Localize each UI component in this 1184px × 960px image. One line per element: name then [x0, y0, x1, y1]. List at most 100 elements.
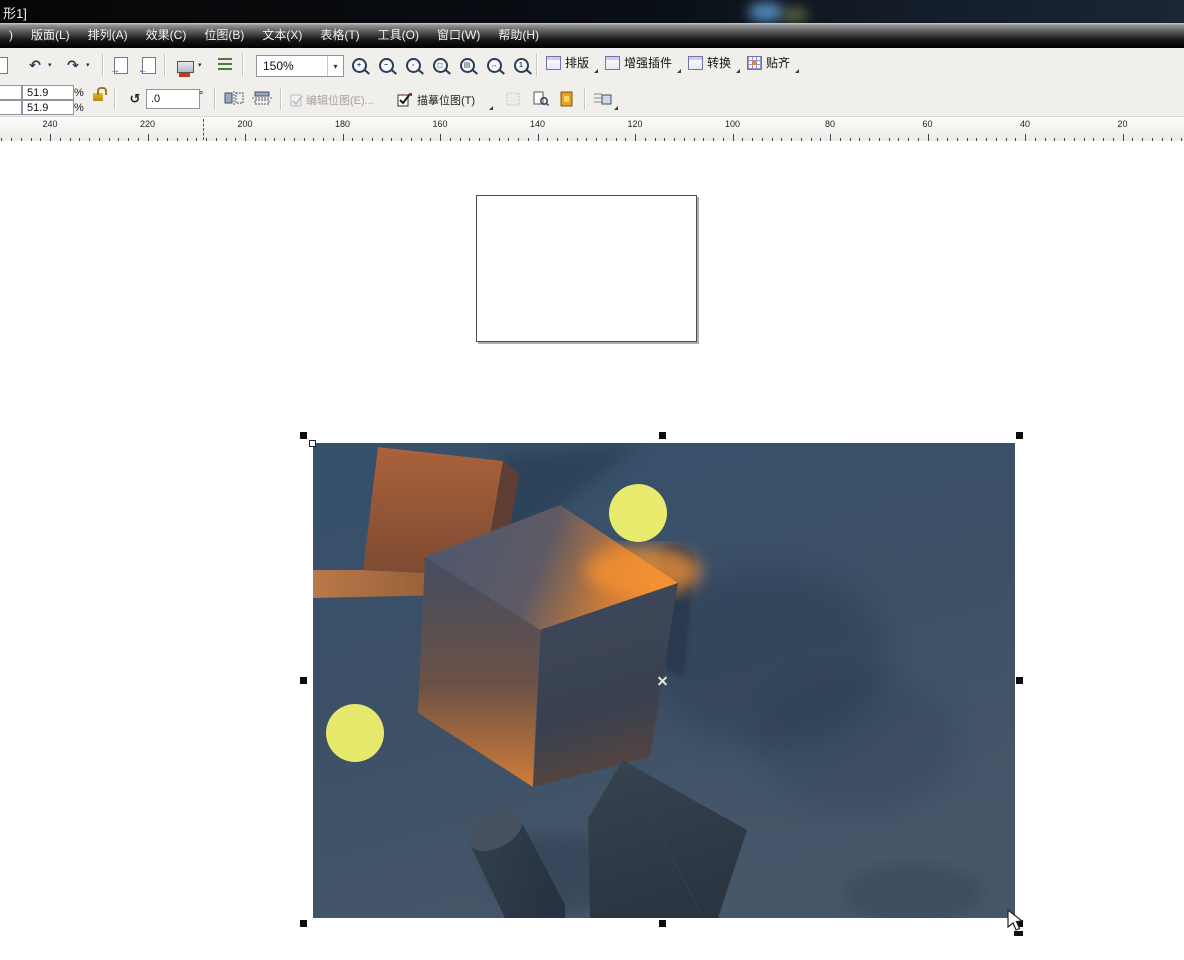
wrap-text-icon[interactable]: [594, 90, 612, 108]
redo-button[interactable]: [64, 56, 82, 74]
export-icon: ←: [142, 57, 156, 74]
menu-items: )版面(L)排列(A)效果(C)位图(B)文本(X)表格(T)工具(O)窗口(W…: [0, 23, 548, 48]
zoom-page-icon[interactable]: ▤: [458, 56, 476, 74]
separator: [114, 88, 115, 110]
drawing-canvas[interactable]: [0, 141, 1184, 960]
object-corner-node[interactable]: [309, 440, 316, 447]
toolbar-group-buttons: 排版 增强插件转换 贴齐: [544, 53, 792, 73]
property-bar: 51.9 51.9 % % .0 ° 编辑位图(E)... 描摹位图(T): [0, 82, 1184, 116]
zoom-dropdown-icon[interactable]: [327, 56, 343, 76]
bitmap-frame-icon[interactable]: [558, 90, 576, 108]
separator: [536, 54, 537, 76]
layout-window-icon: [605, 56, 620, 70]
zoom-all-icon[interactable]: ◻: [431, 56, 449, 74]
ruler-tick: [733, 134, 734, 141]
selection-handle-top-middle[interactable]: [659, 432, 666, 439]
menu-item-4[interactable]: 位图(B): [195, 23, 253, 48]
zoom-out-icon[interactable]: −: [377, 56, 395, 74]
title-bar: 形1]: [0, 0, 1184, 23]
trace-bitmap-icon: [396, 90, 414, 108]
menu-item-1[interactable]: 版面(L): [22, 23, 79, 48]
ruler-label: 200: [237, 119, 252, 129]
menu-item-6[interactable]: 表格(T): [311, 23, 368, 48]
toolbar-button-3[interactable]: 贴齐: [745, 53, 792, 73]
ruler-label: 240: [42, 119, 57, 129]
ruler-label: 120: [627, 119, 642, 129]
scale-y-field[interactable]: 51.9: [22, 100, 74, 115]
import-button[interactable]: →: [112, 56, 130, 74]
layout-window-icon: [688, 56, 703, 70]
ruler-label: 180: [335, 119, 350, 129]
launcher-dropdown-icon[interactable]: [198, 61, 206, 69]
options-sliders-icon: [218, 58, 232, 72]
object-position-x-field[interactable]: [0, 85, 22, 100]
undo-button[interactable]: [26, 56, 44, 74]
zoom-out-icon-glyph: −: [379, 58, 394, 73]
redo-dropdown-icon[interactable]: [86, 61, 94, 69]
ruler-tick: [440, 134, 441, 141]
ruler-label: 60: [922, 119, 932, 129]
menu-item-9[interactable]: 帮助(H): [489, 23, 548, 48]
selection-handle-top-right[interactable]: [1016, 432, 1023, 439]
selection-handle-middle-right[interactable]: [1016, 677, 1023, 684]
import-icon: →: [114, 57, 128, 74]
zoom-width-icon[interactable]: ↔: [485, 56, 503, 74]
toolbar-button-2[interactable]: 转换: [686, 53, 733, 73]
zoom-selected-icon[interactable]: ▫: [404, 56, 422, 74]
separator: [242, 54, 243, 76]
toolbar-button-label: 贴齐: [766, 55, 790, 71]
ruler-tick: [148, 134, 149, 141]
ruler-tick: [343, 134, 344, 141]
application-launcher-button[interactable]: [176, 56, 194, 74]
trace-flyout-arrow-icon[interactable]: [489, 106, 493, 110]
undo-dropdown-icon[interactable]: [48, 61, 56, 69]
resample-icon-disabled: [504, 90, 522, 108]
menu-item-5[interactable]: 文本(X): [253, 23, 311, 48]
mirror-vertical-button[interactable]: [252, 91, 272, 105]
mirror-horizontal-button[interactable]: [224, 91, 244, 105]
window-title: 形1]: [3, 3, 27, 22]
selection-handle-bottom-middle[interactable]: [659, 920, 666, 927]
trace-bitmap-button[interactable]: 描摹位图(T): [417, 92, 475, 108]
ruler-tick: [830, 134, 831, 141]
selection-handle-top-left[interactable]: [300, 432, 307, 439]
toolbar-button-0[interactable]: 排版: [544, 53, 591, 73]
separator: [102, 54, 103, 76]
object-position-y-field[interactable]: [0, 100, 22, 115]
scale-x-field[interactable]: 51.9: [22, 85, 74, 100]
toolbar-button-label: 增强插件: [624, 55, 672, 71]
zoom-height-icon[interactable]: 1: [512, 56, 530, 74]
ruler-tick: [635, 134, 636, 141]
selection-handle-bottom-left[interactable]: [300, 920, 307, 927]
menu-item-8[interactable]: 窗口(W): [428, 23, 489, 48]
toolbar-button-1[interactable]: 增强插件: [603, 53, 674, 73]
menu-item-2[interactable]: 排列(A): [79, 23, 137, 48]
ruler-label: 80: [825, 119, 835, 129]
flyout-arrow-icon: [795, 69, 799, 73]
page-boundary: [476, 195, 697, 342]
ruler-tick: [538, 134, 539, 141]
selection-handle-middle-left[interactable]: [300, 677, 307, 684]
menu-item-3[interactable]: 效果(C): [137, 23, 196, 48]
rotation-icon: [126, 90, 144, 108]
rotation-angle-field[interactable]: .0: [146, 89, 200, 109]
ruler-label: 20: [1117, 119, 1127, 129]
selection-center-marker[interactable]: [656, 674, 669, 687]
options-button[interactable]: [216, 56, 234, 74]
lock-ratio-icon[interactable]: [93, 93, 103, 101]
horizontal-ruler[interactable]: 24022020018016014012010080604020: [0, 116, 1184, 143]
paste-icon[interactable]: [0, 56, 10, 74]
standard-toolbar: → ← 150% 排版 增强插件转换 贴齐 +−▫ ◻ ▤ ↔ 1: [0, 48, 1184, 83]
ruler-tick: [50, 134, 51, 141]
zoom-in-icon[interactable]: +: [350, 56, 368, 74]
zoom-height-icon-glyph: 1: [514, 58, 529, 73]
bitmap-resolution-icon[interactable]: [532, 90, 550, 108]
wrap-flyout-arrow-icon[interactable]: [614, 106, 618, 110]
menu-item-0[interactable]: ): [0, 23, 22, 48]
zoom-page-icon-glyph: ▤: [460, 58, 475, 73]
export-button[interactable]: ←: [140, 56, 158, 74]
zoom-level-combobox[interactable]: 150%: [256, 55, 344, 77]
snap-grid-icon: [747, 56, 762, 70]
menu-item-7[interactable]: 工具(O): [369, 23, 428, 48]
menu-bar: )版面(L)排列(A)效果(C)位图(B)文本(X)表格(T)工具(O)窗口(W…: [0, 23, 1184, 48]
